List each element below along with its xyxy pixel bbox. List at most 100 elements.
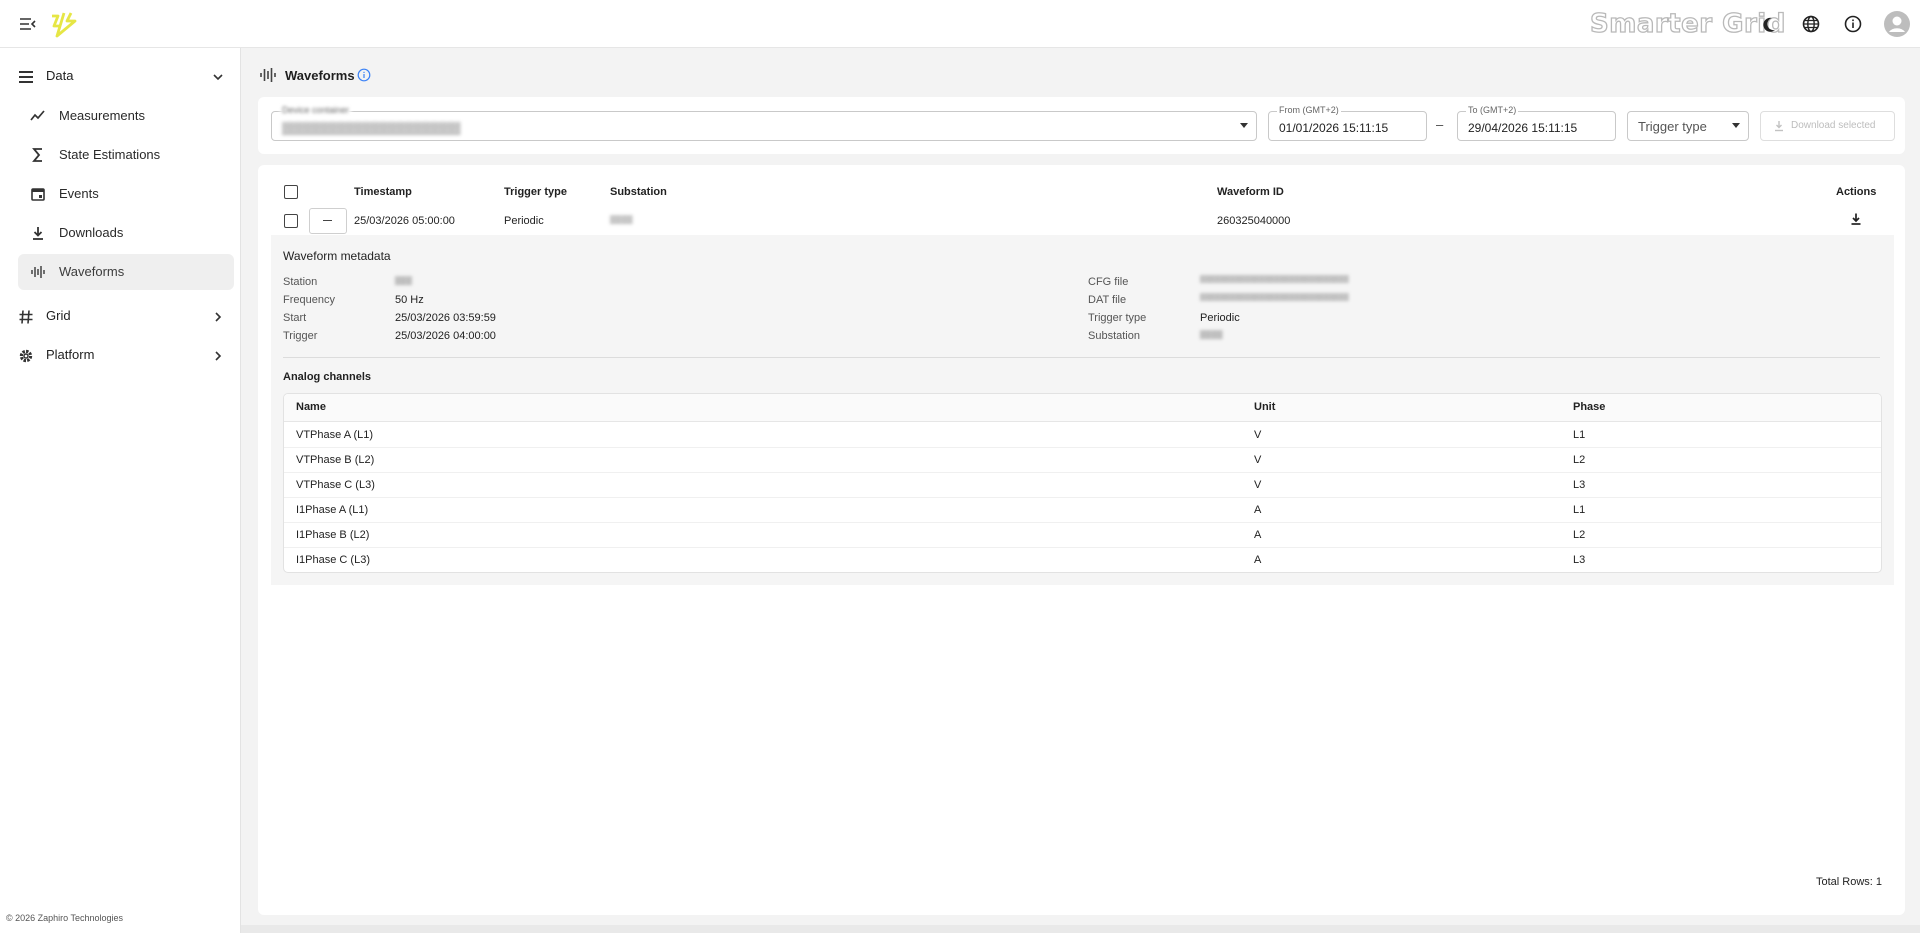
horizontal-scrollbar[interactable] [241, 925, 1920, 933]
sidebar-item-label: Measurements [59, 108, 145, 123]
row-download-icon[interactable] [1849, 212, 1863, 226]
meta-frequency-value: 50 Hz [395, 294, 424, 306]
sigma-icon [30, 147, 46, 163]
to-date-field[interactable]: To (GMT+2) 29/04/2026 15:11:15 [1457, 105, 1616, 141]
column-header-waveform-id[interactable]: Waveform ID [1217, 186, 1284, 198]
download-selected-button[interactable]: Download selected [1760, 111, 1895, 141]
select-all-checkbox[interactable] [284, 185, 298, 199]
meta-dat-file-label: DAT file [1088, 294, 1127, 306]
device-container-value: ▒▒▒▒▒▒▒▒▒▒▒▒▒▒▒▒▒▒▒▒▒ [282, 121, 461, 135]
meta-dat-file-value: ▒▒▒▒▒▒▒▒▒▒▒▒▒▒▒▒▒▒▒▒▒▒▒▒▒▒▒▒▒▒ [1200, 294, 1349, 301]
copyright-footer: © 2026 Zaphiro Technologies [6, 913, 124, 923]
channel-name: I1Phase C (L3) [296, 554, 370, 566]
analog-channels-table: Name Unit Phase VTPhase A (L1) V L1 VTPh… [283, 393, 1882, 573]
channel-name: VTPhase C (L3) [296, 479, 375, 491]
waveform-icon [30, 264, 46, 280]
sidebar-item-events[interactable]: Events [18, 176, 234, 212]
sidebar-item-label: State Estimations [59, 147, 161, 162]
sidebar-group-data[interactable]: Data [16, 62, 226, 92]
sidebar-item-downloads[interactable]: Downloads [18, 215, 234, 251]
sidebar-item-label: Waveforms [59, 264, 125, 279]
hash-icon [18, 309, 34, 325]
chevron-down-icon [1240, 123, 1248, 128]
trend-line-icon [30, 108, 46, 124]
dark-mode-icon[interactable] [1757, 12, 1781, 36]
channel-phase: L3 [1573, 479, 1586, 491]
page-title: Waveforms [285, 68, 355, 83]
download-icon [30, 225, 46, 241]
trigger-type-placeholder: Trigger type [1638, 119, 1707, 134]
collapse-row-button[interactable] [309, 208, 347, 234]
channel-row: I1Phase B (L2) A L2 [284, 522, 1881, 548]
sidebar-group-label: Grid [46, 308, 71, 323]
logo-bolt-icon[interactable] [48, 10, 78, 38]
info-circle-icon[interactable] [357, 68, 371, 82]
from-date-label: From (GMT+2) [1277, 105, 1341, 115]
meta-trigger-type-label: Trigger type [1088, 312, 1147, 324]
meta-start-label: Start [283, 312, 307, 324]
from-date-field[interactable]: From (GMT+2) 01/01/2026 15:11:15 [1268, 105, 1427, 141]
column-header-trigger-type[interactable]: Trigger type [504, 186, 567, 198]
row-select-checkbox[interactable] [284, 214, 298, 228]
channel-column-name: Name [296, 401, 326, 413]
sidebar-item-label: Events [59, 186, 99, 201]
channel-unit: A [1254, 554, 1262, 566]
row-timestamp: 25/03/2026 05:00:00 [354, 215, 455, 227]
meta-cfg-file-label: CFG file [1088, 276, 1129, 288]
sidebar-item-label: Downloads [59, 225, 124, 240]
channel-name: VTPhase B (L2) [296, 454, 375, 466]
row-trigger-type: Periodic [504, 215, 544, 227]
sidebar-item-measurements[interactable]: Measurements [18, 98, 234, 134]
channel-column-unit: Unit [1254, 401, 1276, 413]
channel-row: VTPhase B (L2) V L2 [284, 447, 1881, 473]
row-waveform-id: 260325040000 [1217, 215, 1291, 227]
from-date-value: 01/01/2026 15:11:15 [1279, 121, 1389, 135]
meta-cfg-file-value: ▒▒▒▒▒▒▒▒▒▒▒▒▒▒▒▒▒▒▒▒▒▒▒▒▒▒▒▒▒▒ [1200, 276, 1349, 283]
row-substation: ▒▒▒▒ [610, 215, 633, 224]
info-icon[interactable] [1841, 12, 1865, 36]
sidebar-item-waveforms[interactable]: Waveforms [18, 254, 234, 290]
channel-unit: A [1254, 529, 1262, 541]
minus-icon [323, 220, 332, 222]
meta-trigger-label: Trigger [283, 330, 318, 342]
download-icon [1773, 120, 1785, 132]
channel-row: VTPhase C (L3) V L3 [284, 472, 1881, 498]
menu-collapse-icon[interactable] [18, 14, 38, 34]
sidebar-item-state-estimations[interactable]: State Estimations [18, 137, 234, 173]
list-icon [18, 69, 34, 85]
channel-name: I1Phase A (L1) [296, 504, 369, 516]
metadata-title: Waveform metadata [283, 249, 391, 263]
chevron-right-icon [210, 309, 226, 325]
download-selected-label: Download selected [1791, 120, 1876, 131]
metadata-divider [283, 357, 1880, 358]
meta-substation-label: Substation [1088, 330, 1140, 342]
language-globe-icon[interactable] [1799, 12, 1823, 36]
device-container-select[interactable]: Device container ▒▒▒▒▒▒▒▒▒▒▒▒▒▒▒▒▒▒▒▒▒ [271, 105, 1257, 141]
chevron-down-icon [210, 69, 226, 85]
trigger-type-select[interactable]: Trigger type [1627, 111, 1749, 141]
channel-row: I1Phase C (L3) A L3 [284, 547, 1881, 572]
analog-channels-title: Analog channels [283, 371, 372, 383]
top-bar: Smarter Grid [0, 0, 1920, 48]
sidebar-group-grid[interactable]: Grid [16, 302, 226, 332]
channel-column-phase: Phase [1573, 401, 1606, 413]
channel-row: VTPhase A (L1) V L1 [284, 422, 1881, 448]
channel-phase: L1 [1573, 504, 1586, 516]
to-date-label: To (GMT+2) [1466, 105, 1519, 115]
channel-phase: L2 [1573, 529, 1586, 541]
account-avatar-icon[interactable] [1883, 10, 1911, 38]
total-rows-count: Total Rows: 1 [1816, 876, 1883, 888]
to-date-value: 29/04/2026 15:11:15 [1468, 121, 1578, 135]
column-header-timestamp[interactable]: Timestamp [354, 186, 412, 198]
channel-row: I1Phase A (L1) A L1 [284, 497, 1881, 523]
meta-station-value: ▒▒▒ [395, 276, 413, 285]
meta-substation-value: ▒▒▒▒ [1200, 330, 1223, 339]
channel-unit: V [1254, 429, 1262, 441]
column-header-actions: Actions [1836, 186, 1877, 198]
meta-station-label: Station [283, 276, 318, 288]
sidebar-group-platform[interactable]: Platform [16, 341, 226, 371]
channel-unit: A [1254, 504, 1262, 516]
analog-channels-header: Name Unit Phase [284, 394, 1881, 422]
column-header-substation[interactable]: Substation [610, 186, 667, 198]
channel-unit: V [1254, 454, 1262, 466]
